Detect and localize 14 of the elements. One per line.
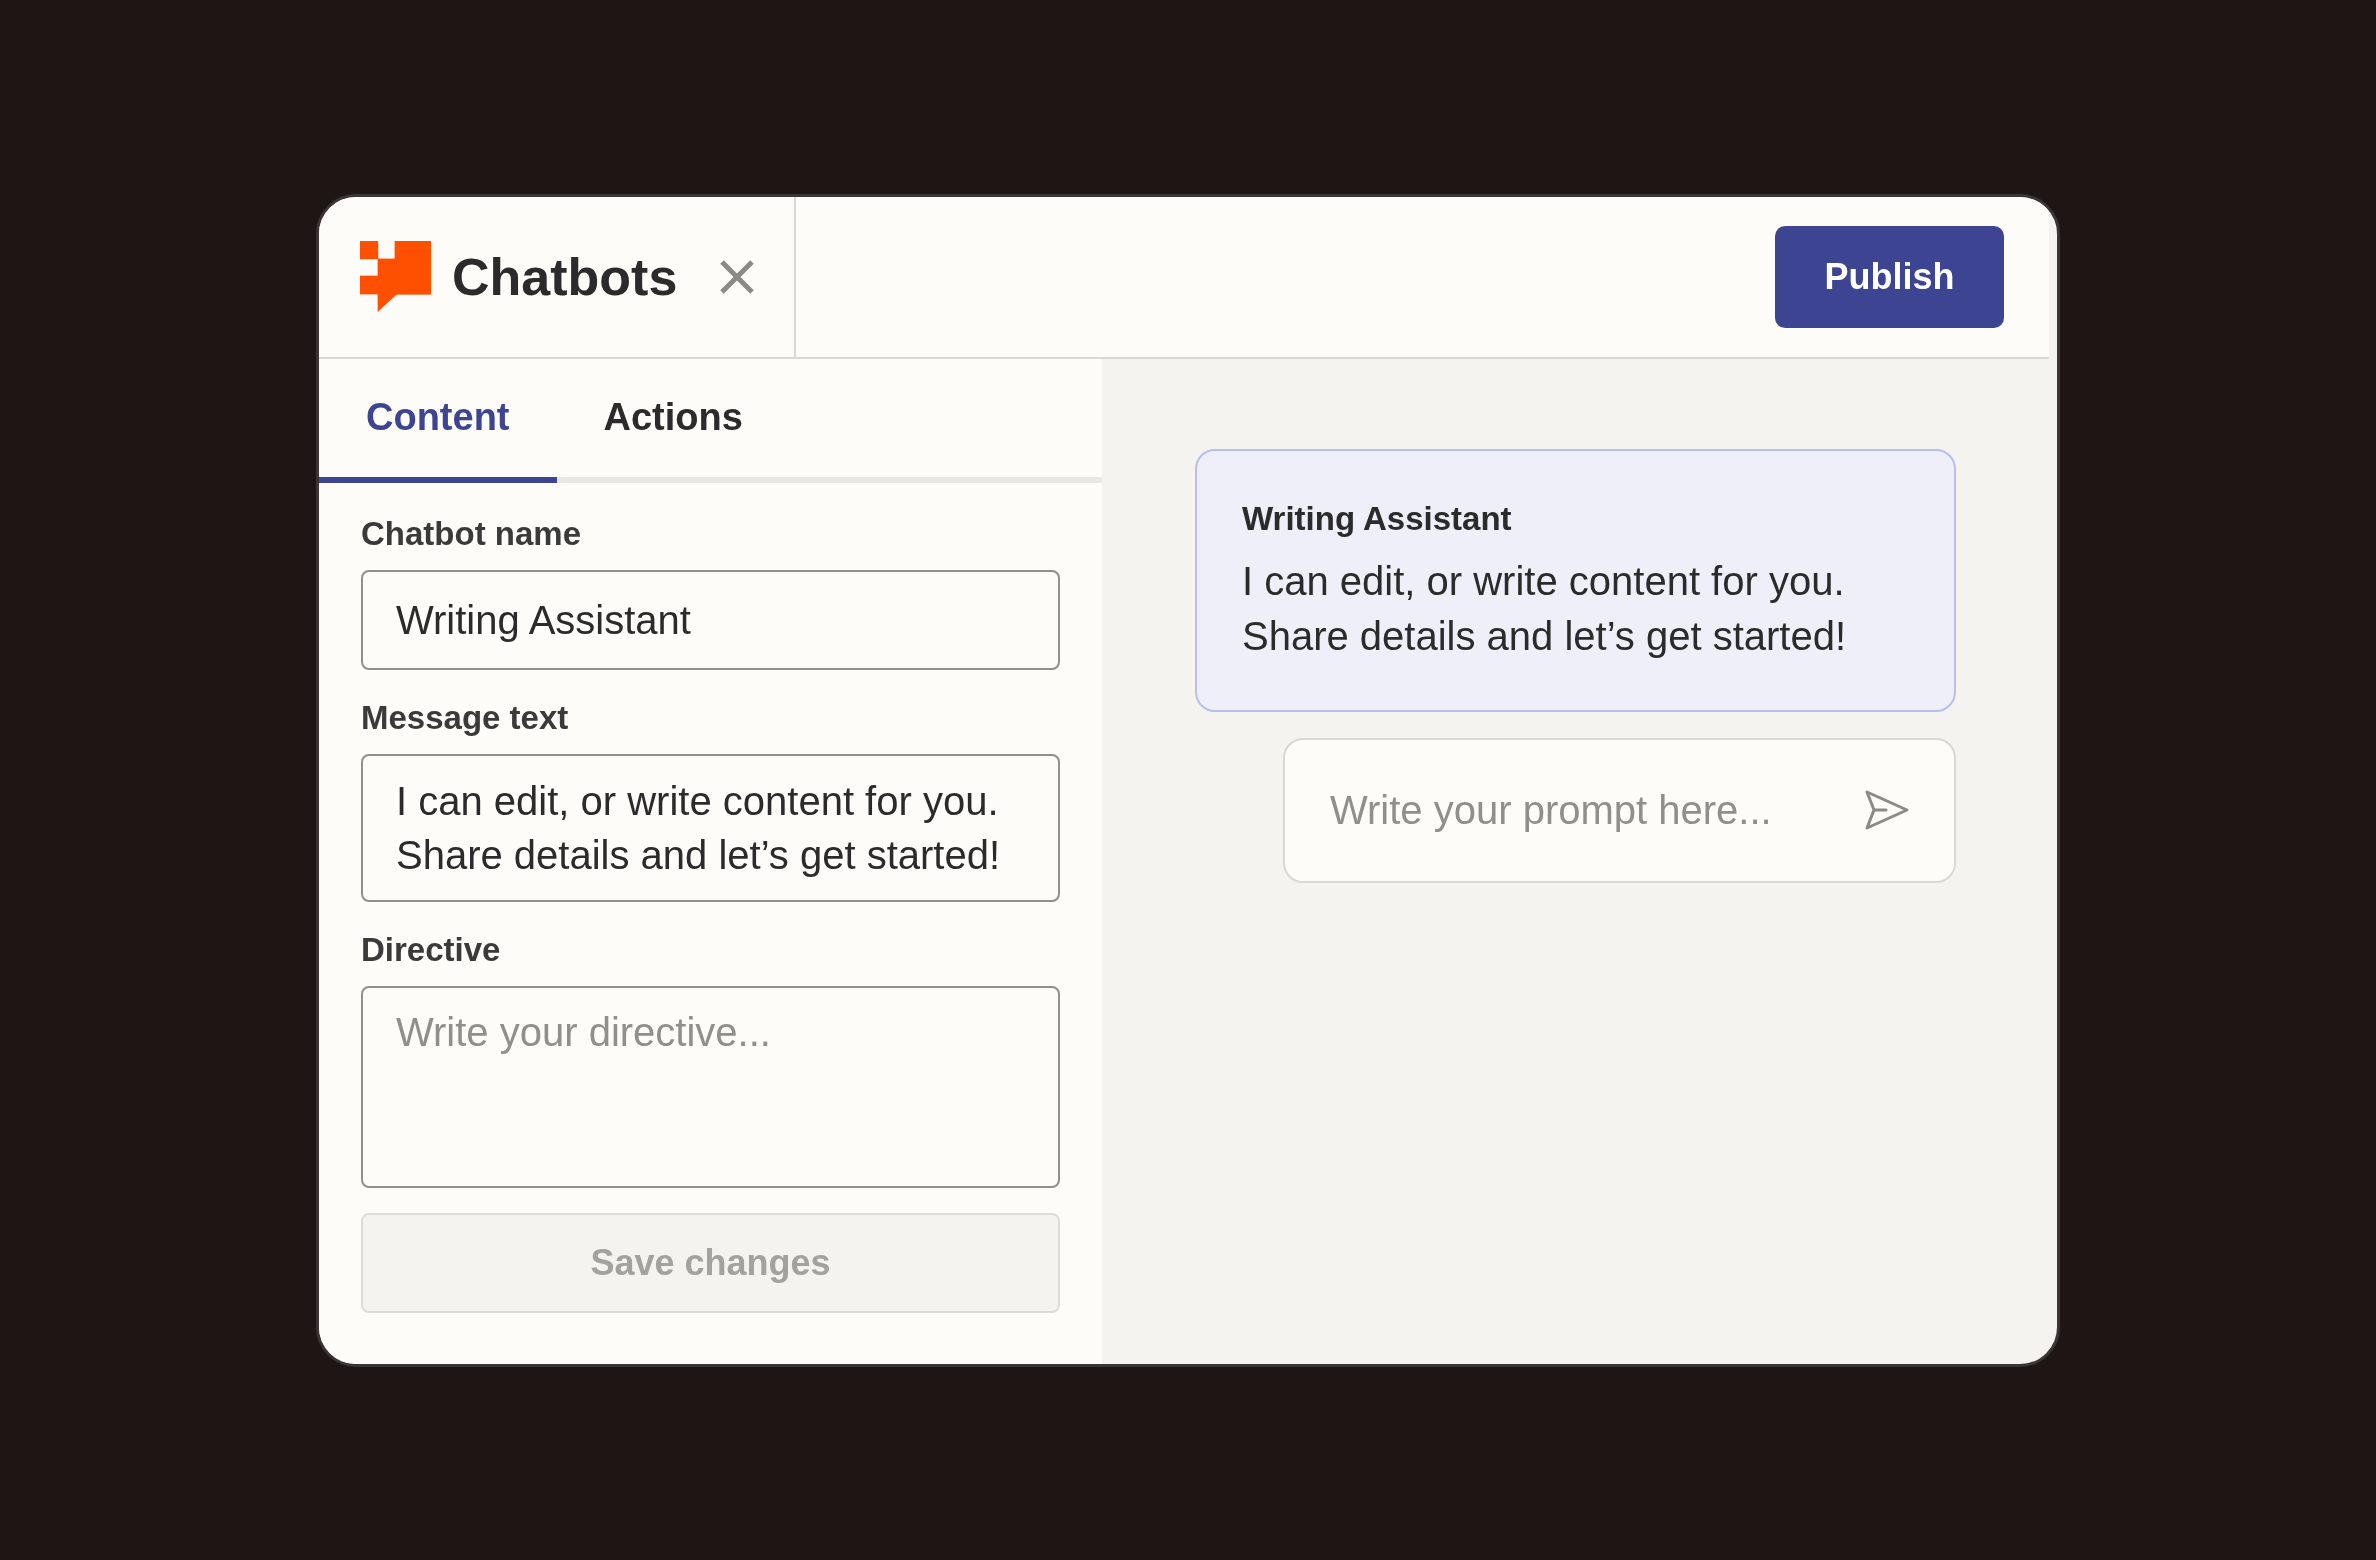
tab[interactable]: Actions xyxy=(556,358,790,483)
field-label: Message text xyxy=(361,697,569,738)
message-text: I can edit, or write content for you. Share details and let’s get started! xyxy=(1242,557,1848,660)
logo-icon xyxy=(360,241,431,312)
field-label: Directive xyxy=(361,929,501,970)
publish-button[interactable]: Publish xyxy=(1775,225,2004,328)
tab[interactable]: Content xyxy=(319,358,557,483)
message-sender: Writing Assistant xyxy=(1242,498,1512,539)
text-input[interactable]: Writing Assistant xyxy=(361,569,1060,670)
field-label: Chatbot name xyxy=(361,513,581,554)
send-icon[interactable] xyxy=(1865,790,1909,830)
close-icon[interactable] xyxy=(720,259,755,294)
text-area[interactable]: I can edit, or write content for you. Share details and let’s get started! xyxy=(361,753,1060,902)
app-title: Chatbots xyxy=(452,246,678,307)
